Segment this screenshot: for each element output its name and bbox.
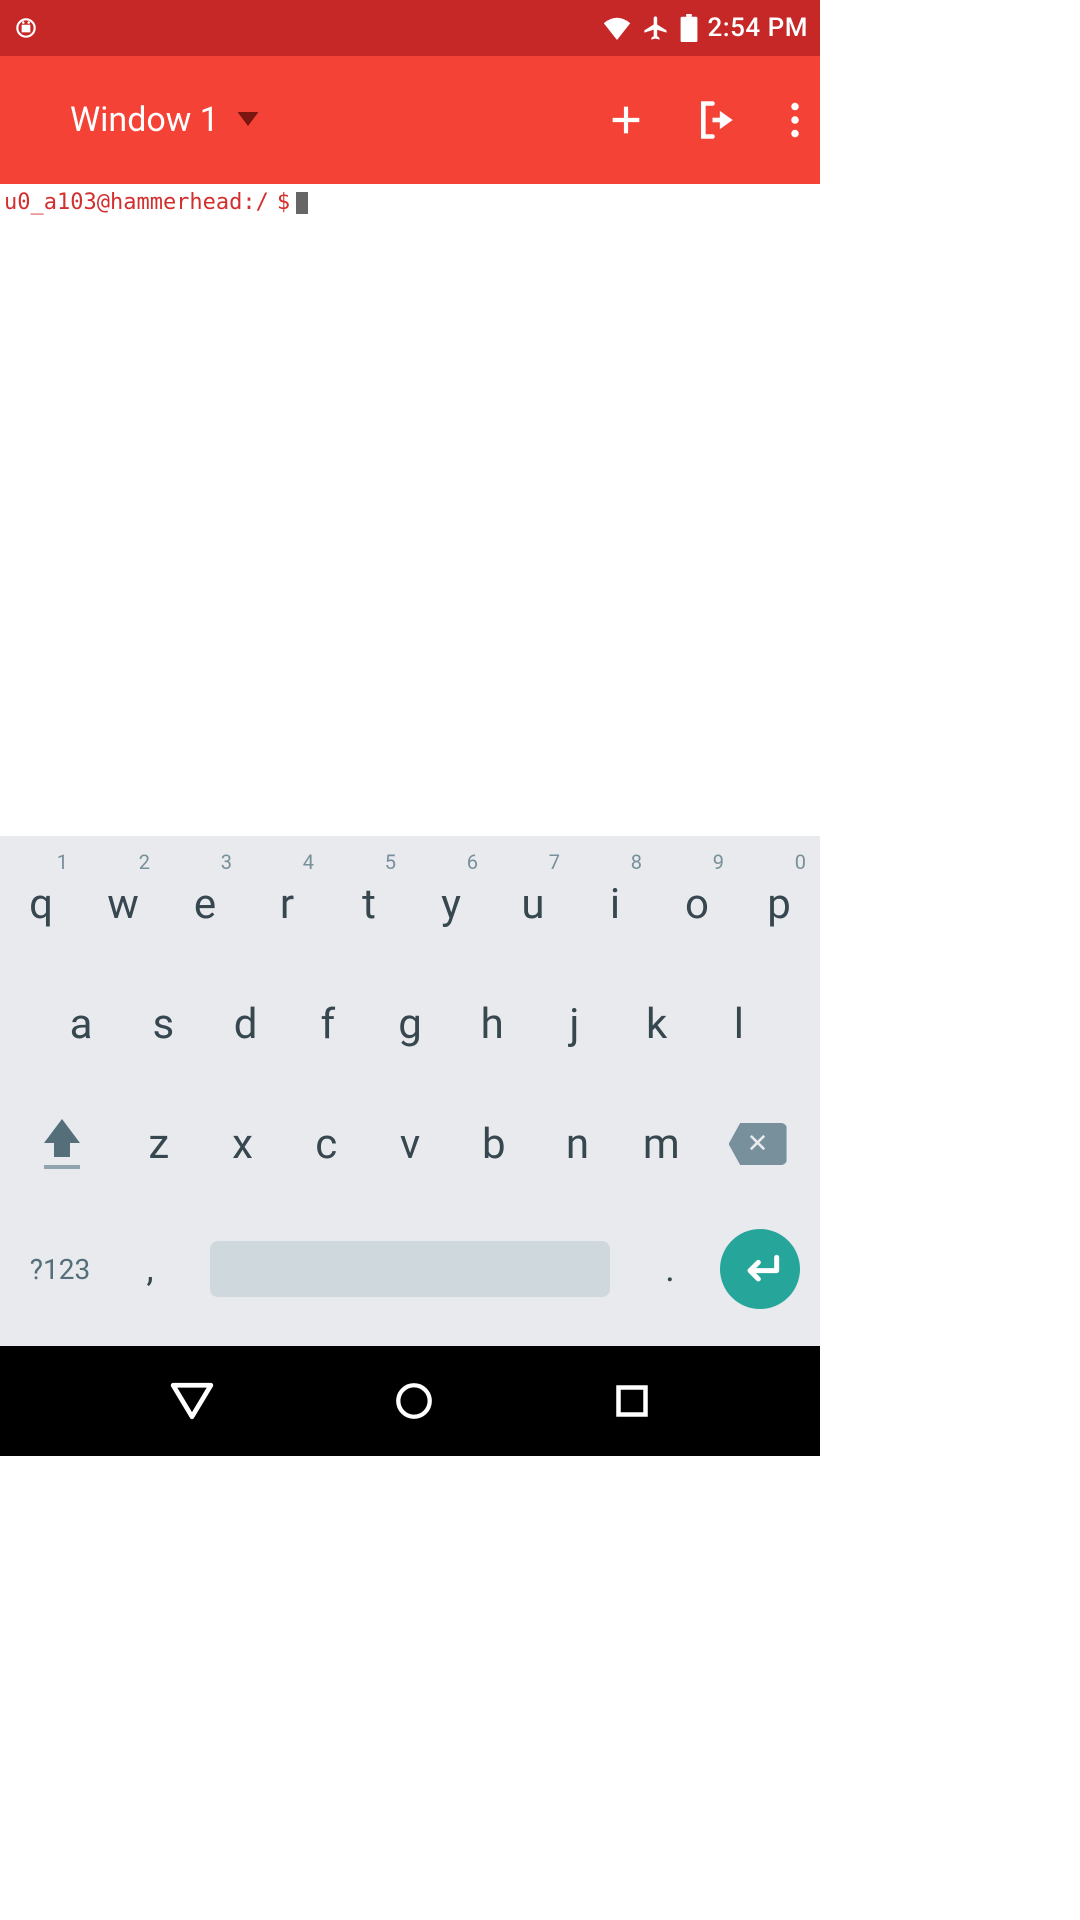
keyboard-row-4: ?123 , . xyxy=(0,1204,820,1334)
key-u[interactable]: 7u xyxy=(492,844,574,964)
more-menu-button[interactable] xyxy=(790,102,800,138)
nav-back-button[interactable] xyxy=(170,1381,214,1421)
keyboard-row-3: z x c v b n m ✕ xyxy=(0,1084,820,1204)
dropdown-arrow-icon xyxy=(237,111,259,130)
navigation-bar xyxy=(0,1346,820,1456)
key-enter[interactable] xyxy=(720,1229,800,1309)
terminal-area[interactable]: u0_a103@hammerhead:/ $ xyxy=(0,184,820,836)
terminal-prompt-user: u0_a103@hammerhead:/ xyxy=(4,190,269,215)
window-title: Window 1 xyxy=(70,100,219,140)
key-m[interactable]: m xyxy=(619,1084,703,1204)
key-k[interactable]: k xyxy=(616,964,698,1084)
keyboard-row-1: 1q 2w 3e 4r 5t 6y 7u 8i 9o 0p xyxy=(0,844,820,964)
terminal-prompt-symbol: $ xyxy=(277,190,290,215)
key-c[interactable]: c xyxy=(284,1084,368,1204)
keyboard: 1q 2w 3e 4r 5t 6y 7u 8i 9o 0p a s d f g … xyxy=(0,836,820,1346)
shift-icon xyxy=(44,1119,80,1143)
status-left xyxy=(12,14,602,42)
battery-icon xyxy=(680,14,698,42)
key-w[interactable]: 2w xyxy=(82,844,164,964)
key-g[interactable]: g xyxy=(369,964,451,1084)
key-d[interactable]: d xyxy=(204,964,286,1084)
key-o[interactable]: 9o xyxy=(656,844,738,964)
keyboard-row-2: a s d f g h j k l xyxy=(0,964,820,1084)
key-y[interactable]: 6y xyxy=(410,844,492,964)
key-r[interactable]: 4r xyxy=(246,844,328,964)
status-right: 2:54 PM xyxy=(602,13,808,43)
key-symbols[interactable]: ?123 xyxy=(10,1253,110,1286)
app-bar-actions xyxy=(606,98,800,142)
terminal-prompt-line: u0_a103@hammerhead:/ $ xyxy=(4,190,816,215)
wifi-icon xyxy=(602,16,632,40)
key-z[interactable]: z xyxy=(117,1084,201,1204)
key-n[interactable]: n xyxy=(536,1084,620,1204)
enter-icon xyxy=(740,1254,780,1284)
app-bar: Window 1 xyxy=(0,56,820,184)
backspace-icon: ✕ xyxy=(729,1123,787,1165)
key-h[interactable]: h xyxy=(451,964,533,1084)
airplane-icon xyxy=(642,14,670,42)
key-j[interactable]: j xyxy=(533,964,615,1084)
key-q[interactable]: 1q xyxy=(0,844,82,964)
key-f[interactable]: f xyxy=(287,964,369,1084)
status-time: 2:54 PM xyxy=(708,13,808,43)
key-p[interactable]: 0p xyxy=(738,844,820,964)
key-b[interactable]: b xyxy=(452,1084,536,1204)
key-v[interactable]: v xyxy=(368,1084,452,1204)
key-s[interactable]: s xyxy=(122,964,204,1084)
key-space[interactable] xyxy=(210,1241,610,1297)
key-shift[interactable] xyxy=(8,1119,117,1169)
key-a[interactable]: a xyxy=(40,964,122,1084)
window-dropdown[interactable]: Window 1 xyxy=(20,100,606,140)
status-bar: 2:54 PM xyxy=(0,0,820,56)
key-comma[interactable]: , xyxy=(110,1248,190,1290)
key-backspace[interactable]: ✕ xyxy=(703,1123,812,1165)
exit-button[interactable] xyxy=(696,98,740,142)
android-debug-icon xyxy=(12,14,40,42)
add-tab-button[interactable] xyxy=(606,100,646,140)
key-i[interactable]: 8i xyxy=(574,844,656,964)
nav-recent-button[interactable] xyxy=(614,1383,650,1419)
key-t[interactable]: 5t xyxy=(328,844,410,964)
key-l[interactable]: l xyxy=(698,964,780,1084)
key-period[interactable]: . xyxy=(630,1248,710,1290)
key-e[interactable]: 3e xyxy=(164,844,246,964)
nav-home-button[interactable] xyxy=(394,1381,434,1421)
key-x[interactable]: x xyxy=(201,1084,285,1204)
terminal-cursor xyxy=(296,192,308,214)
